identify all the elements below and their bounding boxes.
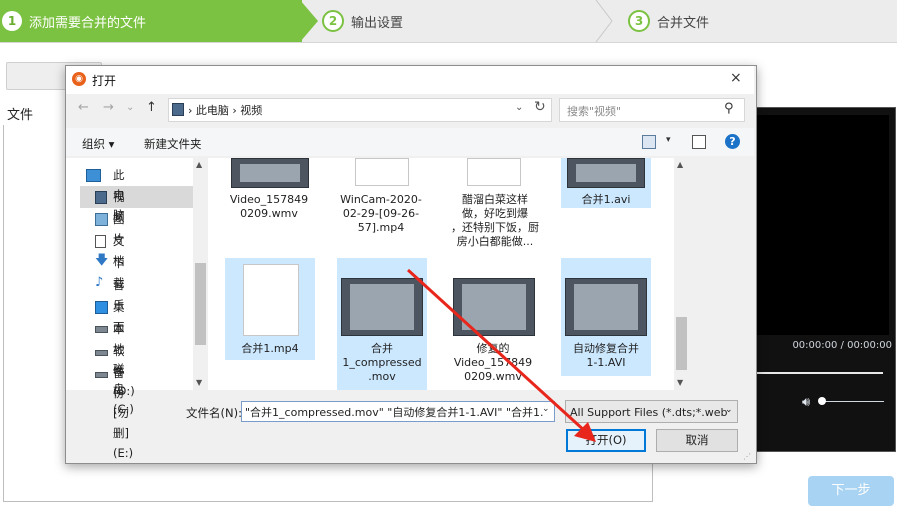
annotation-arrow	[406, 268, 596, 442]
